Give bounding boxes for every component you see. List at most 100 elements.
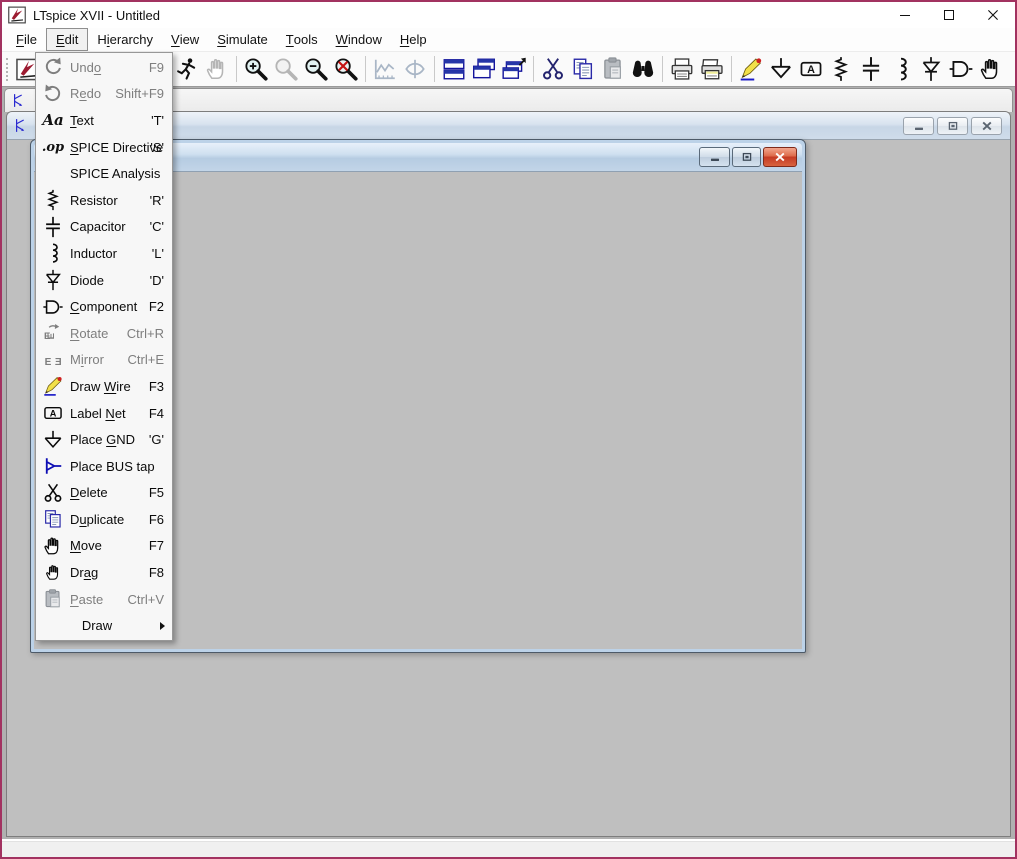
menu-item-label: Resistor — [70, 193, 118, 208]
menu-item-resistor[interactable]: Resistor 'R' — [36, 187, 172, 214]
cascade-new-button[interactable] — [499, 53, 529, 86]
menu-item-label: Mirror — [70, 352, 104, 367]
print-setup-button[interactable] — [697, 53, 727, 86]
menu-item-draw-wire[interactable]: Draw Wire F3 — [36, 373, 172, 400]
menu-item-spice-directive[interactable]: .opSPICE Directive'S' — [36, 134, 172, 161]
menu-item-label-net[interactable]: Label NetF4 — [36, 400, 172, 427]
tile-horizontal-button[interactable] — [439, 53, 469, 86]
menu-item-shortcut: 'R' — [150, 193, 164, 208]
move-button[interactable] — [976, 53, 1006, 86]
find-button[interactable] — [628, 53, 658, 86]
menu-item-diode[interactable]: Diode'D' — [36, 267, 172, 294]
menu-item-label: Rotate — [70, 326, 108, 341]
menu-item-place-gnd[interactable]: Place GND'G' — [36, 426, 172, 453]
title-bar[interactable]: LTspice XVII - Untitled — [2, 2, 1015, 28]
menu-item-redo[interactable]: RedoShift+F9 — [36, 81, 172, 108]
place-ground-button[interactable] — [766, 53, 796, 86]
cascade-icon — [471, 56, 497, 82]
copy-icon — [42, 508, 64, 530]
menu-item-label: Draw Wire — [70, 379, 131, 394]
resistor-icon — [42, 189, 64, 211]
menubar-item-window[interactable]: Window — [327, 28, 391, 51]
component-button[interactable] — [946, 53, 976, 86]
copy-button[interactable] — [568, 53, 598, 86]
run-button[interactable] — [172, 53, 202, 86]
cascade-new-icon — [501, 56, 527, 82]
paste-button[interactable] — [598, 53, 628, 86]
printer-setup-icon — [699, 56, 725, 82]
menu-item-drag[interactable]: DragF8 — [36, 559, 172, 586]
hand-icon — [978, 56, 1004, 82]
label-net-button[interactable] — [796, 53, 826, 86]
minimize-button[interactable] — [883, 2, 927, 28]
cut-button[interactable] — [538, 53, 568, 86]
menu-item-shortcut: F3 — [149, 379, 164, 394]
autorange-button[interactable] — [370, 53, 400, 86]
menu-item-move[interactable]: MoveF7 — [36, 533, 172, 560]
schematic-doc-icon — [12, 117, 29, 134]
menu-item-undo[interactable]: UndoF9 — [36, 54, 172, 81]
menu-item-delete[interactable]: DeleteF5 — [36, 480, 172, 507]
child-window-close-button[interactable] — [971, 117, 1002, 135]
ground-icon — [42, 429, 64, 451]
resistor-button[interactable] — [826, 53, 856, 86]
menu-item-draw[interactable]: Draw — [36, 612, 172, 639]
capacitor-button[interactable] — [856, 53, 886, 86]
menubar-item-tools[interactable]: Tools — [277, 28, 327, 51]
menu-item-shortcut: F4 — [149, 406, 164, 421]
menu-item-label: Inductor — [70, 246, 117, 261]
halt-button[interactable] — [202, 53, 232, 86]
menu-item-mirror[interactable]: MirrorCtrl+E — [36, 347, 172, 374]
menubar-item-file[interactable]: File — [7, 28, 46, 51]
pencil-icon — [42, 375, 64, 397]
child-window-minimize-button[interactable] — [699, 147, 730, 167]
child-window-restore-button[interactable] — [732, 147, 761, 167]
diode-button[interactable] — [916, 53, 946, 86]
cascade-button[interactable] — [469, 53, 499, 86]
menu-item-place-bus-tap[interactable]: Place BUS tap — [36, 453, 172, 480]
menu-bar: FileEditHierarchyViewSimulateToolsWindow… — [2, 28, 1015, 52]
menubar-item-edit[interactable]: Edit — [46, 28, 88, 51]
menu-item-component[interactable]: ComponentF2 — [36, 293, 172, 320]
menu-item-icon-slot — [40, 588, 66, 610]
draw-wire-button[interactable] — [736, 53, 766, 86]
menu-item-shortcut: 'D' — [150, 273, 164, 288]
zoom-in-button[interactable] — [241, 53, 271, 86]
menu-item-paste[interactable]: PasteCtrl+V — [36, 586, 172, 613]
menu-item-label: Undo — [70, 60, 101, 75]
menu-item-capacitor[interactable]: Capacitor'C' — [36, 214, 172, 241]
maximize-button[interactable] — [927, 2, 971, 28]
menu-item-label: SPICE Analysis — [70, 166, 160, 181]
menubar-item-simulate[interactable]: Simulate — [208, 28, 277, 51]
close-button[interactable] — [971, 2, 1015, 28]
zoom-extents-button[interactable] — [331, 53, 361, 86]
printer-icon — [669, 56, 695, 82]
restore-icon — [740, 151, 754, 163]
child-window-close-button[interactable] — [763, 147, 797, 167]
menu-item-label: Redo — [70, 86, 101, 101]
inductor-button[interactable] — [886, 53, 916, 86]
paste-icon — [42, 588, 64, 610]
menu-item-duplicate[interactable]: DuplicateF6 — [36, 506, 172, 533]
run-icon — [174, 56, 200, 82]
zoom-out-button[interactable] — [301, 53, 331, 86]
menu-item-text[interactable]: AaText'T' — [36, 107, 172, 134]
minimize-icon — [708, 151, 722, 163]
child-window-minimize-button[interactable] — [903, 117, 934, 135]
menu-item-shortcut: 'T' — [151, 113, 164, 128]
toolbar-separator — [529, 56, 538, 82]
menu-item-icon-slot — [40, 429, 66, 451]
menu-item-spice-analysis[interactable]: SPICE Analysis — [36, 160, 172, 187]
zoom-back-button[interactable] — [271, 53, 301, 86]
menu-item-label: Delete — [70, 485, 108, 500]
child-window-restore-button[interactable] — [937, 117, 968, 135]
menubar-item-help[interactable]: Help — [391, 28, 436, 51]
fft-button[interactable] — [400, 53, 430, 86]
menubar-item-hierarchy[interactable]: Hierarchy — [88, 28, 162, 51]
print-button[interactable] — [667, 53, 697, 86]
menu-item-icon-slot — [40, 535, 66, 557]
toolbar-grip[interactable] — [6, 58, 9, 81]
menubar-item-view[interactable]: View — [162, 28, 208, 51]
menu-item-rotate[interactable]: RotateCtrl+R — [36, 320, 172, 347]
menu-item-inductor[interactable]: Inductor'L' — [36, 240, 172, 267]
